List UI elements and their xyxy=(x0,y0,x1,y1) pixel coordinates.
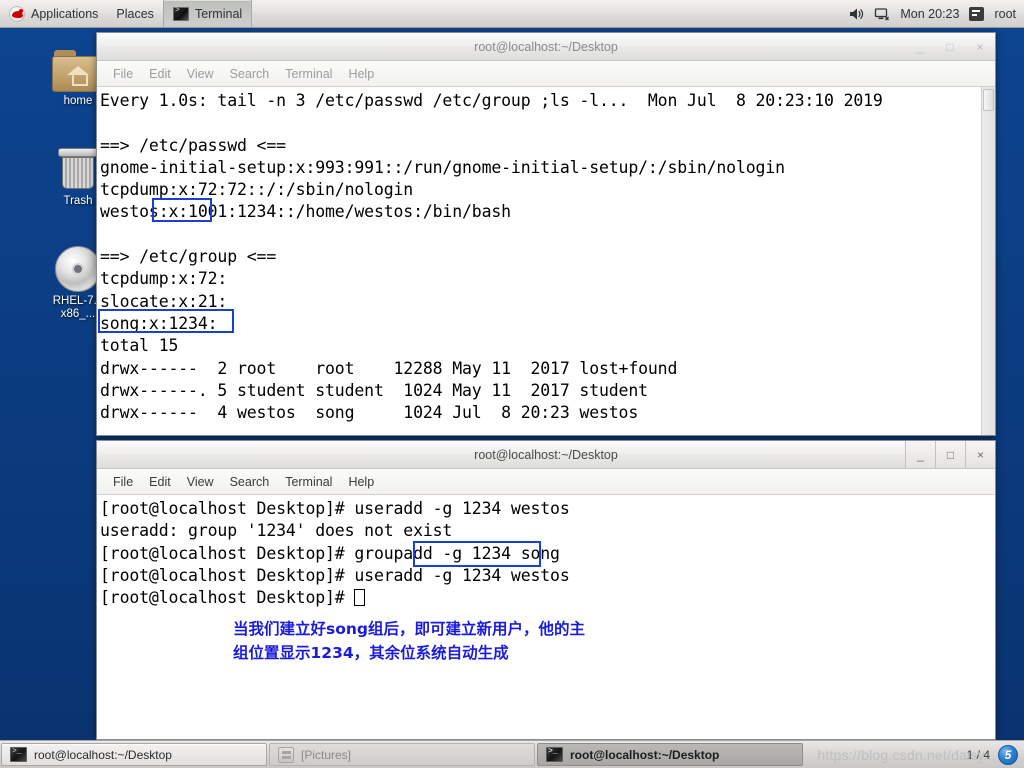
scrollbar-thumb[interactable] xyxy=(983,89,994,111)
minimize-button[interactable]: _ xyxy=(905,33,935,60)
user-menu-label[interactable]: root xyxy=(994,7,1016,21)
terminal-icon xyxy=(10,747,27,762)
desktop-icon-home-label: home xyxy=(63,95,93,107)
terminal-icon xyxy=(172,6,189,21)
menu-view[interactable]: View xyxy=(179,473,222,491)
terminal-line: Every 1.0s: tail -n 3 /etc/passwd /etc/g… xyxy=(100,91,883,110)
applications-menu[interactable]: Applications xyxy=(0,0,107,27)
window-buttons: _ □ × xyxy=(905,441,995,468)
bottom-panel: root@localhost:~/Desktop [Pictures] root… xyxy=(0,740,1024,768)
terminal-line: drwx------ 4 westos song 1024 Jul 8 20:2… xyxy=(100,403,639,423)
menu-terminal[interactable]: Terminal xyxy=(277,65,340,83)
maximize-button[interactable]: □ xyxy=(935,33,965,60)
applications-menu-label: Applications xyxy=(31,6,99,21)
terminal-line: ==> /etc/group <== xyxy=(100,247,277,267)
titlebar[interactable]: root@localhost:~/Desktop _ □ × xyxy=(97,33,995,61)
accessibility-icon[interactable] xyxy=(969,6,985,21)
window-title: root@localhost:~/Desktop xyxy=(474,39,618,54)
bottom-panel-right: 1 / 4 5 xyxy=(967,741,1024,768)
task-terminal-1[interactable]: root@localhost:~/Desktop xyxy=(1,743,267,766)
menu-help[interactable]: Help xyxy=(340,473,382,491)
places-menu[interactable]: Places xyxy=(107,0,163,27)
menu-file[interactable]: File xyxy=(105,65,141,83)
menubar: File Edit View Search Terminal Help xyxy=(97,61,995,87)
task-terminal-2[interactable]: root@localhost:~/Desktop xyxy=(537,743,803,766)
desktop: home Trash RHEL-7.3 x86_... root@localho… xyxy=(0,28,1024,740)
menu-help[interactable]: Help xyxy=(340,65,382,83)
terminal-line: [root@localhost Desktop]# xyxy=(100,587,995,609)
csdn-badge-icon: 5 xyxy=(998,744,1018,765)
minimize-button[interactable]: _ xyxy=(905,441,935,468)
terminal-window-commands[interactable]: root@localhost:~/Desktop _ □ × File Edit… xyxy=(96,440,996,740)
menu-view[interactable]: View xyxy=(179,65,222,83)
task-pictures-label: [Pictures] xyxy=(301,747,352,762)
titlebar[interactable]: root@localhost:~/Desktop _ □ × xyxy=(97,441,995,469)
window-title: root@localhost:~/Desktop xyxy=(474,447,618,462)
task-terminal-2-label: root@localhost:~/Desktop xyxy=(570,747,720,762)
terminal-line: ==> /etc/passwd <== xyxy=(100,135,286,155)
menu-edit[interactable]: Edit xyxy=(141,473,179,491)
window-buttons: _ □ × xyxy=(905,33,995,60)
terminal-output-area[interactable]: Every 1.0s: tail -n 3 /etc/passwd /etc/g… xyxy=(97,87,995,435)
task-terminal-1-label: root@localhost:~/Desktop xyxy=(34,747,172,762)
menu-search[interactable]: Search xyxy=(222,473,278,491)
terminal-icon xyxy=(546,747,563,762)
terminal-line: westos:x:1001:1234::/home/westos:/bin/ba… xyxy=(100,202,511,222)
terminal-line: useradd: group '1234' does not exist xyxy=(100,521,453,541)
dvd-disc-icon xyxy=(55,246,101,292)
terminal-line: drwx------. 5 student student 1024 May 1… xyxy=(100,380,648,400)
close-button[interactable]: × xyxy=(965,33,995,60)
terminal-window-watch[interactable]: root@localhost:~/Desktop _ □ × File Edit… xyxy=(96,32,996,436)
desktop-icon-trash-label: Trash xyxy=(63,195,93,207)
terminal-line: [root@localhost Desktop]# groupadd -g 12… xyxy=(100,543,560,563)
active-window-menu[interactable]: Terminal xyxy=(162,0,253,27)
annotation-text: 当我们建立好song组后，即可建立新用户，他的主 组位置显示1234，其余位系统… xyxy=(233,620,586,662)
menubar: File Edit View Search Terminal Help xyxy=(97,469,995,495)
close-button[interactable]: × xyxy=(965,441,995,468)
terminal-line: [root@localhost Desktop]# useradd -g 123… xyxy=(100,499,570,518)
task-pictures[interactable]: [Pictures] xyxy=(269,743,535,766)
trash-icon xyxy=(55,146,101,192)
terminal-line: total 15 xyxy=(100,336,179,356)
top-panel: Applications Places Terminal Mon 20:23 xyxy=(0,0,1024,28)
terminal-line: tcpdump:x:72:72::/:/sbin/nologin xyxy=(100,180,414,200)
terminal-line: tcpdump:x:72: xyxy=(100,269,228,289)
terminal-line: song:x:1234: xyxy=(100,313,218,333)
top-panel-left: Applications Places Terminal xyxy=(0,0,253,27)
maximize-button[interactable]: □ xyxy=(935,441,965,468)
active-window-label: Terminal xyxy=(194,6,243,21)
pictures-icon xyxy=(278,746,294,763)
terminal-line: gnome-initial-setup:x:993:991::/run/gnom… xyxy=(100,157,785,177)
menu-file[interactable]: File xyxy=(105,473,141,491)
places-menu-label: Places xyxy=(116,6,154,21)
terminal-cursor xyxy=(354,589,366,607)
network-icon[interactable] xyxy=(874,6,890,22)
terminal-line: drwx------ 2 root root 12288 May 11 2017… xyxy=(100,358,678,378)
terminal-scrollbar[interactable] xyxy=(981,87,995,435)
clock[interactable]: Mon 20:23 xyxy=(900,7,959,21)
terminal-line: [root@localhost Desktop]# useradd -g 123… xyxy=(100,565,570,585)
volume-icon[interactable] xyxy=(848,6,864,22)
workspace-indicator[interactable]: 1 / 4 xyxy=(967,748,990,762)
menu-terminal[interactable]: Terminal xyxy=(277,473,340,491)
menu-search[interactable]: Search xyxy=(222,65,278,83)
terminal-line: slocate:x:21: xyxy=(100,291,228,311)
redhat-logo-icon xyxy=(9,5,25,22)
terminal-text: Every 1.0s: tail -n 3 /etc/passwd /etc/g… xyxy=(97,87,981,435)
top-panel-right: Mon 20:23 root xyxy=(848,0,1024,27)
menu-edit[interactable]: Edit xyxy=(141,65,179,83)
